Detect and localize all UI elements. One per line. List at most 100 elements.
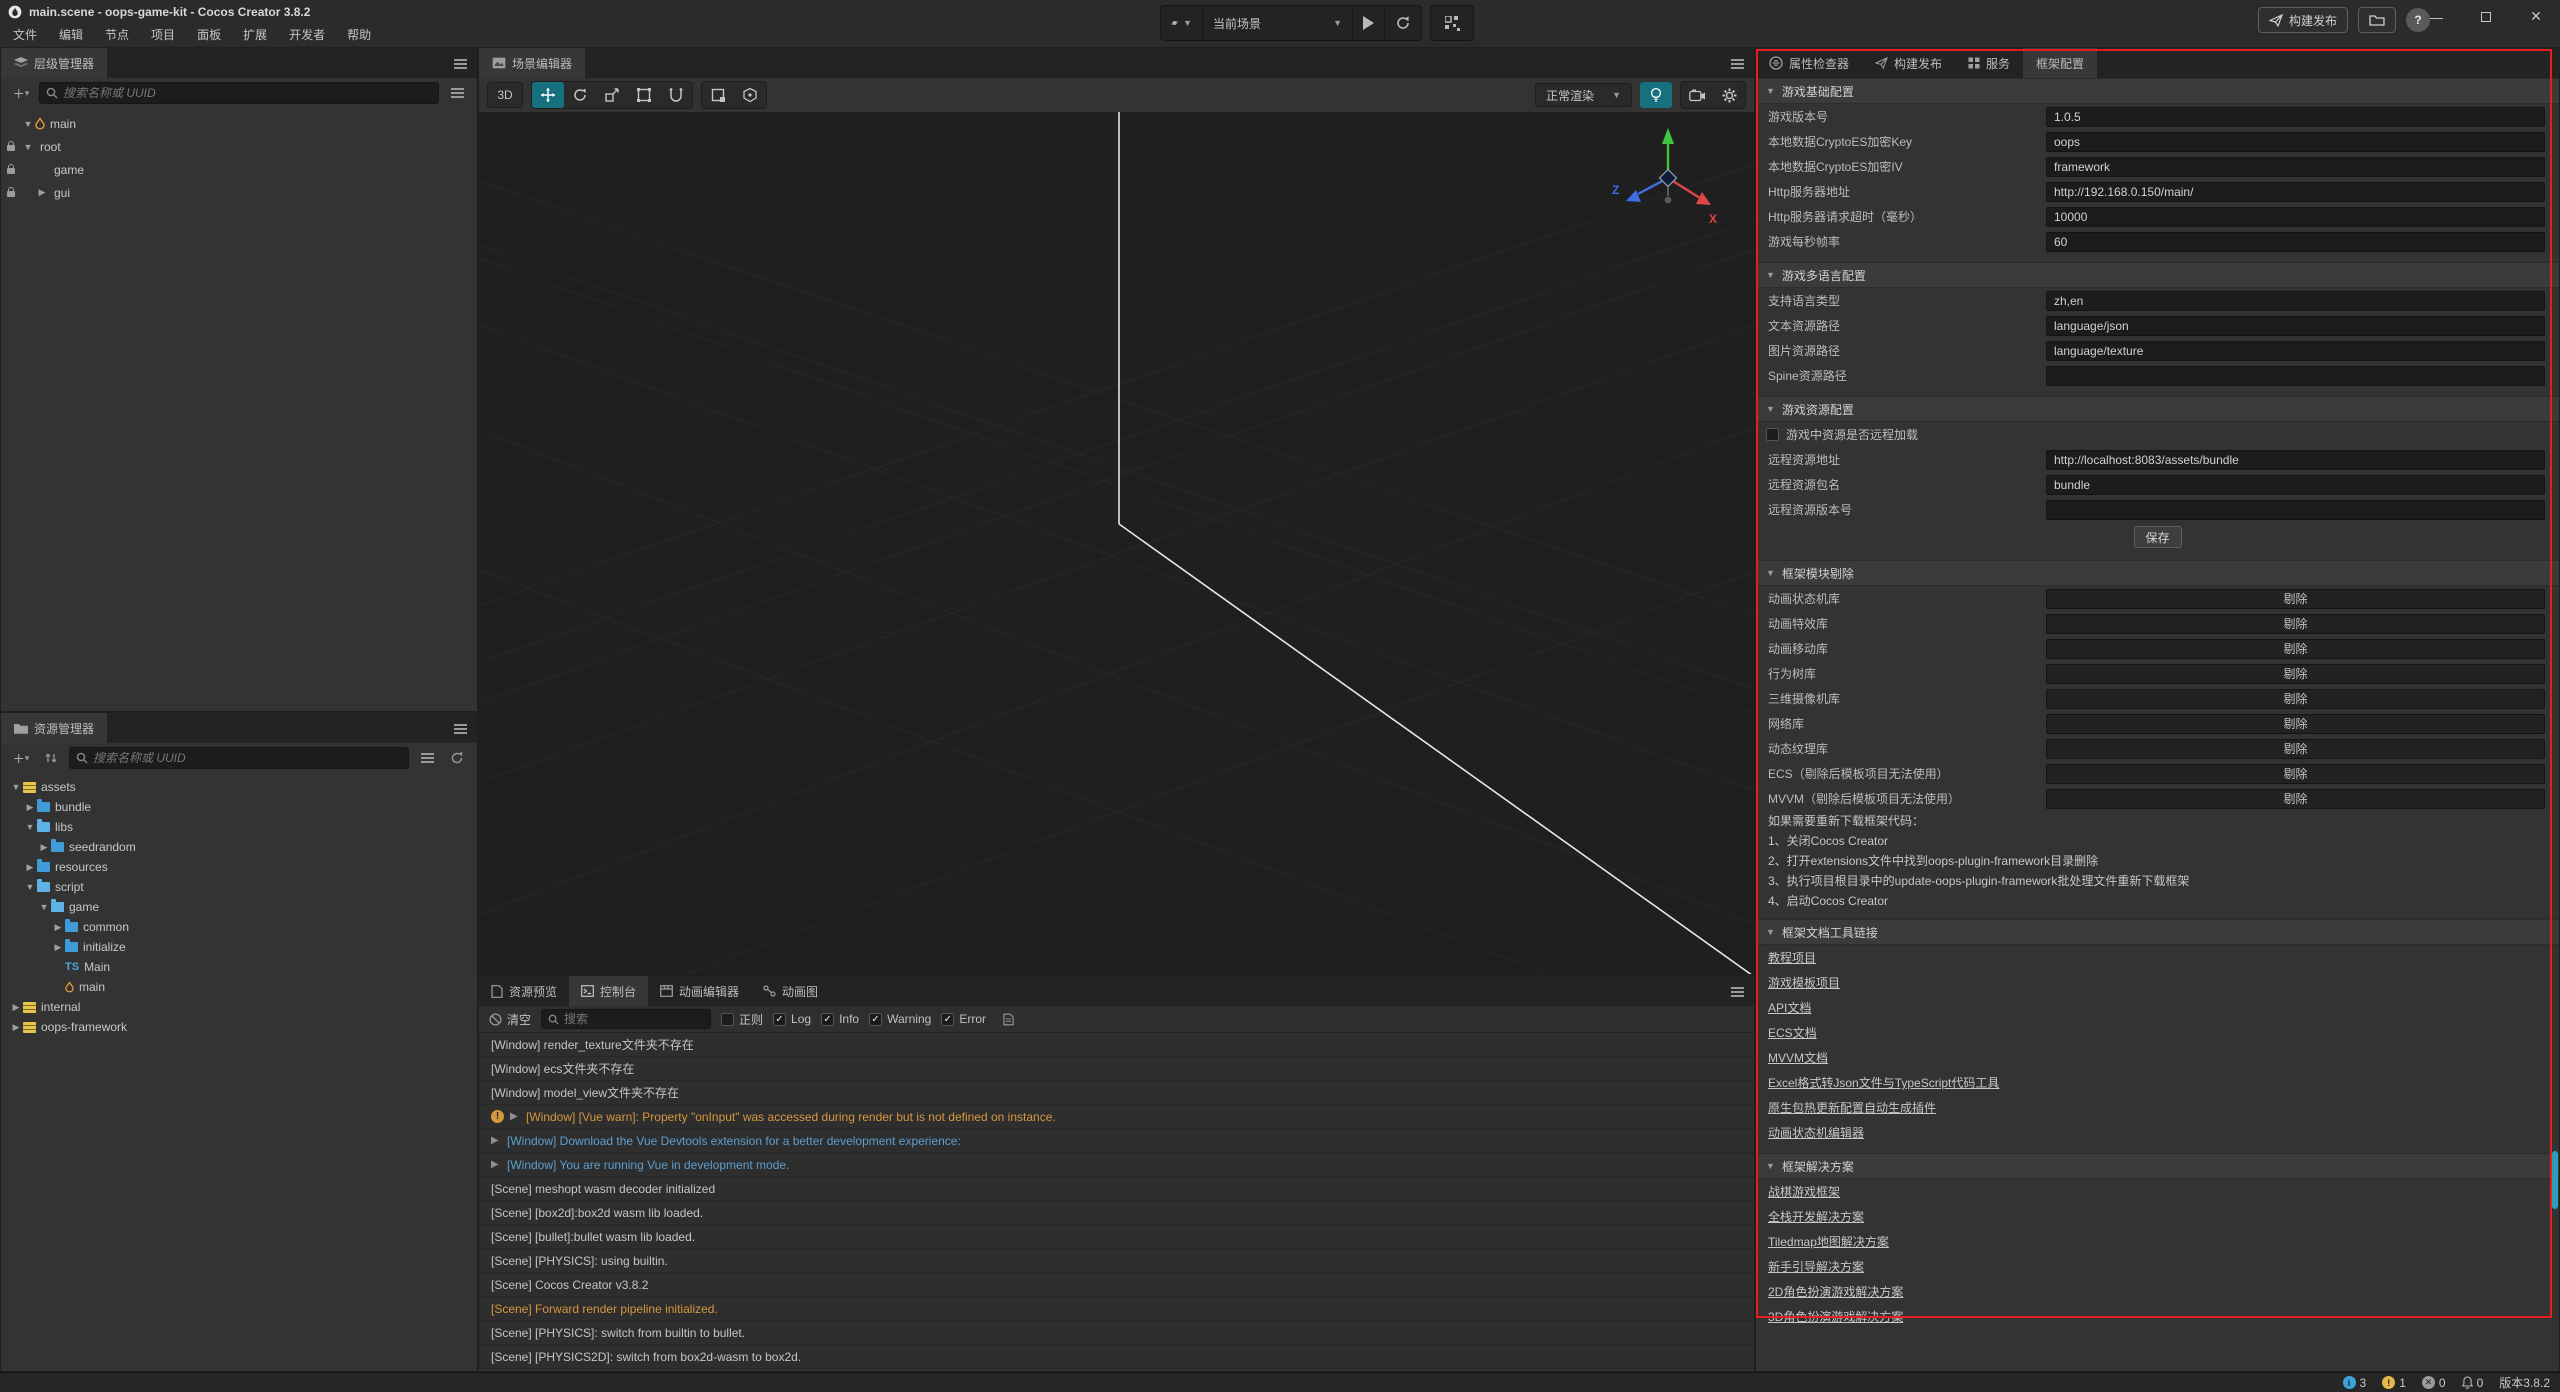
menu-node[interactable]: 节点 xyxy=(94,23,140,47)
asset-node-seedrandom[interactable]: ▶ seedrandom xyxy=(1,837,477,857)
lighting-toggle-button[interactable] xyxy=(1640,82,1672,108)
scale-tool-button[interactable] xyxy=(596,82,628,108)
preview-browser-button[interactable]: ▼ xyxy=(1161,6,1203,40)
menu-extension[interactable]: 扩展 xyxy=(232,23,278,47)
regex-checkbox[interactable]: 正则 xyxy=(721,1011,763,1028)
doc-link[interactable]: 游戏模板项目 xyxy=(1768,974,1840,991)
lock-icon[interactable] xyxy=(7,191,15,197)
solution-link[interactable]: 2D角色扮演游戏解决方案 xyxy=(1768,1283,1903,1300)
lang-json-path-input[interactable] xyxy=(2047,319,2544,333)
assets-search-input[interactable] xyxy=(93,751,402,765)
render-mode-select[interactable]: 正常渲染 ▼ xyxy=(1535,83,1632,107)
asset-node-main-ts[interactable]: TS Main xyxy=(1,957,477,977)
caret-open-icon[interactable]: ▼ xyxy=(21,119,35,129)
asset-node-bundle[interactable]: ▶ bundle xyxy=(1,797,477,817)
asset-node-main-scene[interactable]: main xyxy=(1,977,477,997)
remote-bundle-input[interactable] xyxy=(2047,478,2544,492)
caret-closed-icon[interactable]: ▶ xyxy=(23,802,37,813)
fps-input[interactable] xyxy=(2047,235,2544,249)
asset-node-common[interactable]: ▶ common xyxy=(1,917,477,937)
remove-module-button[interactable]: 剔除 xyxy=(2046,739,2545,759)
create-node-button[interactable]: ＋▾ xyxy=(9,82,33,104)
tab-inspector[interactable]: 属性检查器 xyxy=(1756,48,1862,78)
log-row[interactable]: [Scene] [PHYSICS2D]: switch from box2d-w… xyxy=(479,1345,1754,1369)
log-row[interactable]: [Scene] [box2d]:box2d wasm lib loaded. xyxy=(479,1201,1754,1225)
hierarchy-node-gui[interactable]: ▶ gui xyxy=(1,181,477,204)
console-menu-button[interactable] xyxy=(1731,986,1744,1000)
caret-open-icon[interactable]: ▼ xyxy=(37,902,51,912)
scene-viewport[interactable]: X Z xyxy=(479,112,1754,974)
caret-closed-icon[interactable]: ▶ xyxy=(51,922,65,933)
pivot-toggle-button[interactable] xyxy=(702,82,734,108)
caret-closed-icon[interactable]: ▶ xyxy=(51,942,65,953)
tab-animation-graph[interactable]: 动画图 xyxy=(751,976,830,1006)
section-basic-config[interactable]: ▼ 游戏基础配置 xyxy=(1756,78,2559,104)
log-row[interactable]: [Scene] [PHYSICS]: switch from builtin t… xyxy=(479,1321,1754,1345)
play-button[interactable] xyxy=(1353,6,1385,40)
section-doc-links[interactable]: ▼ 框架文档工具链接 xyxy=(1756,919,2559,945)
status-warning[interactable]: ! 1 xyxy=(2382,1376,2406,1390)
hierarchy-node-main[interactable]: ▼ main xyxy=(1,112,477,135)
log-row-info[interactable]: ▶ [Window] Download the Vue Devtools ext… xyxy=(479,1129,1754,1153)
doc-link[interactable]: Excel格式转Json文件与TypeScript代码工具 xyxy=(1768,1074,1999,1091)
caret-closed-icon[interactable]: ▶ xyxy=(23,862,37,873)
filter-info-checkbox[interactable]: Info xyxy=(821,1012,859,1026)
status-info[interactable]: i 3 xyxy=(2343,1376,2367,1390)
doc-link[interactable]: 动画状态机编辑器 xyxy=(1768,1124,1864,1141)
log-row-warning[interactable]: [Scene] Forward render pipeline initiali… xyxy=(479,1297,1754,1321)
hierarchy-node-game[interactable]: game xyxy=(1,158,477,181)
languages-input[interactable] xyxy=(2047,294,2544,308)
reload-button[interactable] xyxy=(1385,6,1421,40)
asset-node-initialize[interactable]: ▶ initialize xyxy=(1,937,477,957)
status-notifications[interactable]: 0 xyxy=(2462,1376,2484,1390)
tab-assets[interactable]: 资源管理器 xyxy=(1,713,107,743)
menu-developer[interactable]: 开发者 xyxy=(278,23,336,47)
qrcode-button[interactable] xyxy=(1431,6,1473,40)
log-row[interactable]: [Scene] [bullet]:bullet wasm lib loaded. xyxy=(479,1225,1754,1249)
solution-link[interactable]: 3D角色扮演游戏解决方案 xyxy=(1768,1308,1903,1325)
remove-module-button[interactable]: 剔除 xyxy=(2046,764,2545,784)
transform-gizmo-button[interactable] xyxy=(660,82,692,108)
hierarchy-searchbox[interactable] xyxy=(39,82,439,104)
rect-tool-button[interactable] xyxy=(628,82,660,108)
log-row[interactable]: [Scene] [PHYSICS]: using builtin. xyxy=(479,1249,1754,1273)
scene-camera-button[interactable] xyxy=(1681,82,1713,108)
caret-open-icon[interactable]: ▼ xyxy=(21,142,35,152)
help-button[interactable]: ? xyxy=(2406,8,2430,32)
remove-module-button[interactable]: 剔除 xyxy=(2046,789,2545,809)
move-tool-button[interactable] xyxy=(532,82,564,108)
refresh-assets-button[interactable] xyxy=(445,747,469,769)
log-row[interactable]: [Scene] Cocos Creator v3.8.2 xyxy=(479,1273,1754,1297)
doc-link[interactable]: ECS文档 xyxy=(1768,1024,1817,1041)
scrollbar-thumb[interactable] xyxy=(2552,1151,2558,1209)
scene-selector[interactable]: 当前场景 ▼ xyxy=(1203,6,1353,40)
remote-url-input[interactable] xyxy=(2047,453,2544,467)
solution-link[interactable]: 战棋游戏框架 xyxy=(1768,1183,1840,1200)
game-version-input[interactable] xyxy=(2047,110,2544,124)
scene-settings-button[interactable] xyxy=(1713,82,1745,108)
log-row[interactable]: [Window] ecs文件夹不存在 xyxy=(479,1057,1754,1081)
http-timeout-input[interactable] xyxy=(2047,210,2544,224)
caret-open-icon[interactable]: ▼ xyxy=(23,882,37,892)
open-log-file-button[interactable] xyxy=(996,1008,1020,1030)
caret-open-icon[interactable]: ▼ xyxy=(9,782,23,792)
log-row[interactable]: [Window] model_view文件夹不存在 xyxy=(479,1081,1754,1105)
create-asset-button[interactable]: ＋▾ xyxy=(9,747,33,769)
menu-project[interactable]: 项目 xyxy=(140,23,186,47)
log-row-info[interactable]: ▶ [Window] You are running Vue in develo… xyxy=(479,1153,1754,1177)
asset-node-resources[interactable]: ▶ resources xyxy=(1,857,477,877)
solution-link[interactable]: 新手引导解决方案 xyxy=(1768,1258,1864,1275)
remove-module-button[interactable]: 剔除 xyxy=(2046,639,2545,659)
lock-icon[interactable] xyxy=(7,145,15,151)
log-row[interactable]: [Scene] meshopt wasm decoder initialized xyxy=(479,1177,1754,1201)
tab-console[interactable]: 控制台 xyxy=(569,976,648,1006)
dimension-toggle-button[interactable]: 3D xyxy=(487,82,523,108)
hierarchy-node-root[interactable]: ▼ root xyxy=(1,135,477,158)
tab-service[interactable]: 服务 xyxy=(1955,48,2023,78)
tab-animation-editor[interactable]: 动画编辑器 xyxy=(648,976,751,1006)
remove-module-button[interactable]: 剔除 xyxy=(2046,614,2545,634)
http-server-input[interactable] xyxy=(2047,185,2544,199)
console-search-input[interactable] xyxy=(564,1012,684,1026)
asset-node-game[interactable]: ▼ game xyxy=(1,897,477,917)
asset-node-libs[interactable]: ▼ libs xyxy=(1,817,477,837)
